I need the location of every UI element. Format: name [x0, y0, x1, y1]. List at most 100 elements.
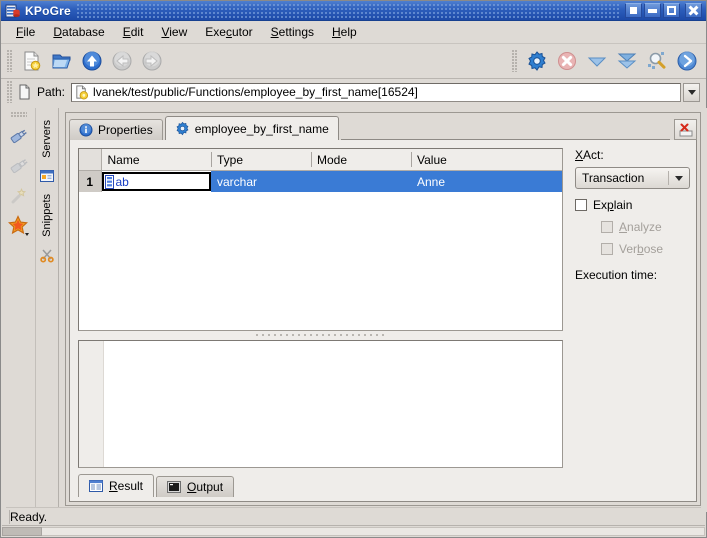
sidebar-toolbar: [2, 108, 36, 512]
xact-select-value: Transaction: [582, 171, 645, 185]
wand-icon: [5, 181, 33, 211]
servers-icon[interactable]: [38, 166, 56, 186]
menu-bar: File Database Edit View Executor Setting…: [1, 21, 706, 44]
tab-strip: Properties employee_by_first_name: [69, 116, 697, 140]
status-bar-divider: [6, 507, 701, 508]
size-grip-track[interactable]: [42, 527, 705, 536]
close-tab-button[interactable]: [674, 119, 697, 140]
maximize-button[interactable]: [663, 3, 680, 18]
info-icon: [79, 123, 93, 137]
explain-checkbox[interactable]: [575, 199, 587, 211]
run-icon[interactable]: [672, 47, 702, 75]
column-header-value[interactable]: Value: [411, 149, 509, 171]
go-up-icon[interactable]: [77, 47, 107, 75]
verbose-checkbox: [601, 243, 613, 255]
row-header-corner[interactable]: [79, 149, 102, 171]
column-header-filler: [509, 149, 562, 171]
title-bar-fill: [76, 3, 619, 18]
path-dropdown-button[interactable]: [683, 82, 700, 102]
tab-strip-filler: [340, 117, 670, 140]
connect-icon[interactable]: [5, 121, 33, 151]
chevron-down-icon: [687, 89, 696, 95]
row-number[interactable]: 1: [79, 170, 102, 192]
parameters-table: Name Type Mode Value 1 ab varchar Anne: [79, 149, 562, 192]
menu-settings[interactable]: Settings: [262, 22, 323, 42]
tab-properties-label: Properties: [98, 123, 153, 137]
name-edit-value: ab: [115, 174, 129, 189]
scissors-icon[interactable]: [38, 245, 56, 265]
sidebar-grip[interactable]: [10, 112, 27, 117]
pane-splitter[interactable]: [78, 331, 563, 340]
sidebar-tabs: Servers Snippets: [36, 108, 59, 512]
minimize-button[interactable]: [644, 3, 661, 18]
open-folder-icon[interactable]: [47, 47, 77, 75]
tab-properties[interactable]: Properties: [69, 119, 163, 140]
stop-icon: [552, 47, 582, 75]
analyze-checkbox: [601, 221, 613, 233]
menu-edit[interactable]: Edit: [114, 22, 153, 42]
size-grip-left[interactable]: [2, 527, 42, 536]
fetch-all-icon[interactable]: [612, 47, 642, 75]
path-label: Path:: [37, 85, 66, 99]
status-text: Ready.: [9, 509, 48, 524]
executor-left-column: Name Type Mode Value 1 ab varchar Anne R…: [70, 140, 569, 501]
column-header-name[interactable]: Name: [101, 149, 211, 171]
close-tab-icon: [678, 122, 694, 138]
body-area: Servers Snippets Properties employee_by_…: [2, 108, 707, 512]
table-row[interactable]: 1 ab varchar Anne: [79, 170, 562, 192]
xact-label: XAct:: [575, 148, 604, 162]
disconnect-icon: [5, 151, 33, 181]
result-list-icon: [89, 479, 103, 493]
tab-output[interactable]: Output: [156, 476, 235, 497]
window-title: KPoGre: [25, 3, 71, 18]
toolbar-grip[interactable]: [7, 50, 13, 72]
name-edit-field[interactable]: ab: [101, 172, 211, 191]
menu-view[interactable]: View: [152, 22, 196, 42]
fetch-next-icon[interactable]: [582, 47, 612, 75]
cell-name-editor[interactable]: ab: [101, 170, 211, 192]
gear-icon: [175, 121, 190, 136]
sidebar-tab-servers[interactable]: Servers: [38, 114, 56, 164]
cell-type[interactable]: varchar: [211, 170, 311, 192]
path-bar: Path: lvanek/test/public/Functions/emplo…: [1, 79, 706, 107]
tab-result[interactable]: Result: [78, 474, 155, 497]
column-header-mode[interactable]: Mode: [311, 149, 411, 171]
window-controls: [625, 3, 704, 18]
menu-help[interactable]: Help: [323, 22, 366, 42]
result-grid-gutter: [79, 341, 104, 467]
menu-executor[interactable]: Executor: [196, 22, 261, 42]
kpogre-window: KPoGre File Database Edit View Executor …: [0, 0, 707, 538]
result-grid[interactable]: [78, 340, 563, 468]
xact-select[interactable]: Transaction: [575, 167, 690, 189]
find-icon[interactable]: [642, 47, 672, 75]
path-grip[interactable]: [7, 81, 13, 103]
explain-checkbox-row[interactable]: Explain: [575, 198, 690, 212]
path-entry-icon: [74, 84, 89, 100]
title-bar[interactable]: KPoGre: [1, 1, 706, 21]
column-header-type[interactable]: Type: [211, 149, 311, 171]
cell-value[interactable]: Anne: [411, 170, 509, 192]
execute-gear-icon[interactable]: [522, 47, 552, 75]
cell-mode[interactable]: [311, 170, 411, 192]
favourite-star-icon[interactable]: [5, 211, 33, 241]
parameters-table-container[interactable]: Name Type Mode Value 1 ab varchar Anne: [78, 148, 563, 331]
analyze-checkbox-row: Analyze: [601, 220, 690, 234]
go-forward-icon: [137, 47, 167, 75]
menu-database[interactable]: Database: [44, 22, 113, 42]
cell-filler: [509, 170, 562, 192]
go-back-icon: [107, 47, 137, 75]
shade-button[interactable]: [625, 3, 642, 18]
path-input[interactable]: lvanek/test/public/Functions/employee_by…: [71, 82, 681, 102]
analyze-label: Analyze: [619, 220, 662, 234]
main-area: Properties employee_by_first_name Name T…: [59, 108, 707, 512]
path-function-icon: [17, 84, 33, 100]
toolbar-grip-right[interactable]: [512, 50, 518, 72]
tab-function[interactable]: employee_by_first_name: [164, 116, 339, 140]
chevron-down-icon: [669, 175, 689, 181]
tab-function-label: employee_by_first_name: [194, 121, 329, 136]
menu-file[interactable]: File: [7, 22, 44, 42]
new-document-icon[interactable]: [17, 47, 47, 75]
tab-content: Name Type Mode Value 1 ab varchar Anne R…: [69, 140, 697, 502]
sidebar-tab-snippets[interactable]: Snippets: [38, 188, 56, 243]
close-button[interactable]: [685, 3, 702, 18]
